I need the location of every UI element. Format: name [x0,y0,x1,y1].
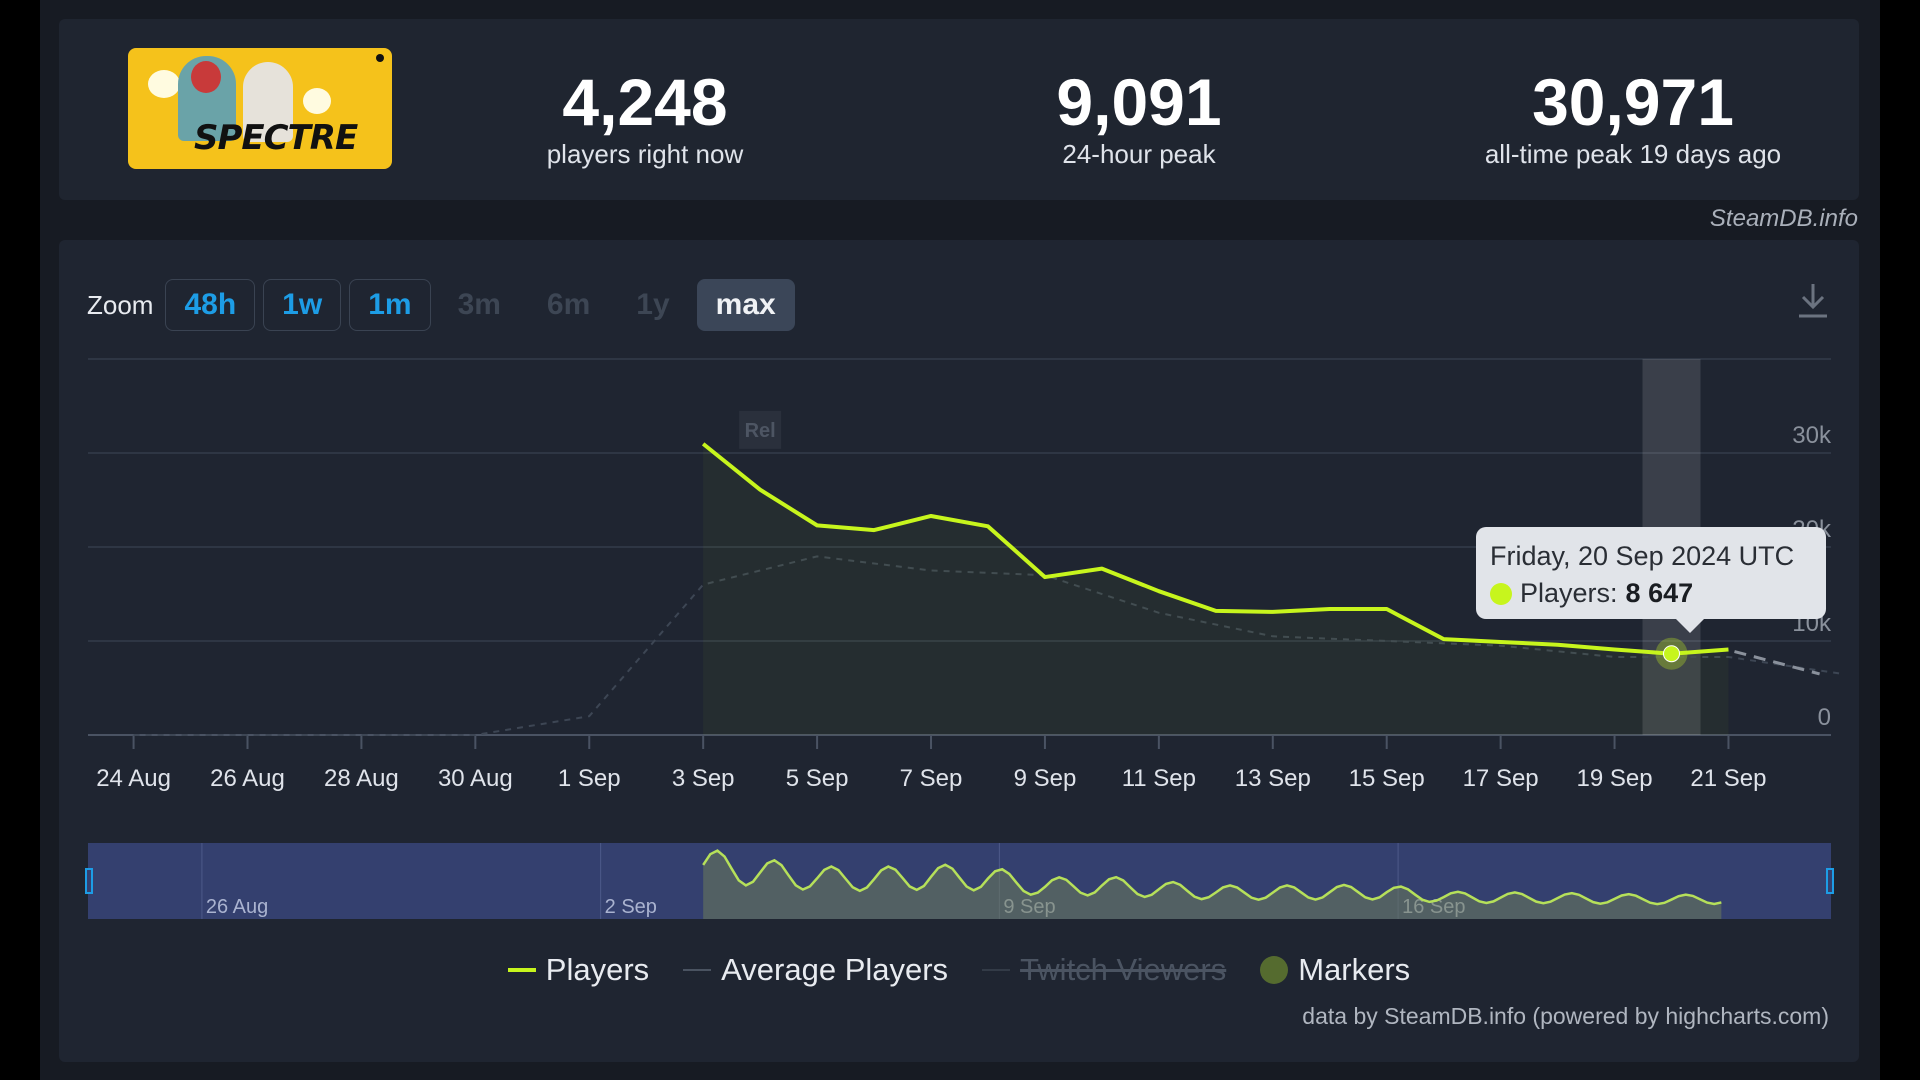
muzzle-flash [148,70,180,98]
x-tick-label: 3 Sep [672,765,735,792]
game-header: SPECTRE 4,248 players right now 9,091 24… [59,19,1859,200]
x-tick-label: 26 Aug [210,765,285,792]
page: SPECTRE 4,248 players right now 9,091 24… [40,0,1880,1080]
legend-label: Twitch Viewers [1020,952,1227,987]
navigator-left-handle[interactable] [85,868,93,894]
navigator-label: 2 Sep [605,896,657,918]
legend-item-players[interactable]: Players [507,952,650,988]
y-tick-label: 30k [1792,422,1832,449]
legend-label: Average Players [721,952,949,987]
tooltip-date: Friday, 20 Sep 2024 UTC [1490,541,1795,571]
twitch-line-icon [982,969,1011,971]
stat-label: players right now [546,139,744,169]
x-tick-label: 24 Aug [96,765,171,792]
legend-label: Players [545,952,650,987]
stat-players-now: 4,248 players right now [435,67,855,170]
stat-all-time-peak: 30,971 all-time peak 19 days ago [1423,67,1843,170]
stat-24h-peak: 9,091 24-hour peak [929,67,1349,170]
players-projection-line [1734,650,1820,676]
chart-tooltip: Friday, 20 Sep 2024 UTC Players: 8 647 [1476,527,1826,633]
highcharts-credit[interactable]: data by SteamDB.info (powered by highcha… [1302,1003,1829,1030]
tooltip-value: 8 647 [1625,578,1694,608]
tooltip-row: Players: 8 647 [1490,578,1826,609]
player-count-chart[interactable]: 010k20k30k24 Aug26 Aug28 Aug30 Aug1 Sep3… [59,240,1859,1062]
stat-label: all-time peak 19 days ago [1484,139,1782,169]
y-tick-label: 0 [1818,704,1831,731]
chart-card: Zoom 48h 1w 1m 3m 6m 1y max 010k20k30k24… [59,240,1859,1062]
character-head [191,61,221,93]
x-tick-label: 28 Aug [324,765,399,792]
x-tick-label: 13 Sep [1235,765,1311,792]
players-line-icon [507,968,536,972]
x-tick-label: 15 Sep [1349,765,1425,792]
legend-label: Markers [1298,952,1411,987]
stat-value: 4,248 [562,65,728,139]
x-tick-label: 19 Sep [1577,765,1653,792]
x-tick-label: 5 Sep [786,765,849,792]
muzzle-flash [303,88,331,114]
legend-item-average-players[interactable]: Average Players [683,952,948,988]
x-tick-label: 11 Sep [1122,765,1196,792]
release-marker-label: Rel [745,420,776,442]
x-tick-label: 30 Aug [438,765,513,792]
stat-value: 30,971 [1532,65,1734,139]
stat-value: 9,091 [1056,65,1222,139]
logo-dot [376,54,384,62]
legend-item-markers[interactable]: Markers [1260,952,1410,988]
average-line-icon [683,969,712,971]
series-dot-icon [1490,582,1512,605]
marker-circle-icon [1260,956,1289,984]
x-tick-label: 1 Sep [558,765,621,792]
tooltip-series-label: Players: [1520,578,1618,608]
game-logo-text: SPECTRE [194,118,358,158]
hovered-data-point [1663,645,1681,663]
navigator-right-handle[interactable] [1826,868,1834,894]
x-tick-label: 7 Sep [900,765,963,792]
stat-label: 24-hour peak [1062,139,1216,169]
legend-item-twitch-viewers[interactable]: Twitch Viewers [982,952,1226,988]
navigator-label: 26 Aug [206,896,268,918]
tooltip-arrow [1676,619,1704,633]
game-capsule-image[interactable]: SPECTRE [128,48,392,169]
chart-legend: Players Average Players Twitch Viewers M… [59,952,1859,988]
x-tick-label: 17 Sep [1463,765,1539,792]
x-tick-label: 21 Sep [1690,765,1766,792]
x-tick-label: 9 Sep [1014,765,1077,792]
steamdb-credit[interactable]: SteamDB.info [1710,205,1858,233]
